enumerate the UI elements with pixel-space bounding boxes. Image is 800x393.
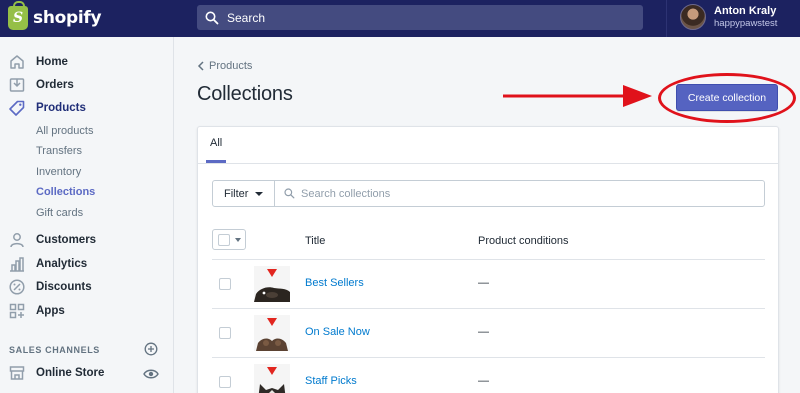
filter-label: Filter xyxy=(224,187,249,200)
customers-icon xyxy=(10,233,24,248)
search-icon xyxy=(205,11,219,24)
shopify-logo[interactable]: S shopify xyxy=(8,1,102,30)
analytics-icon xyxy=(10,257,24,272)
sidebar-item-label: Orders xyxy=(36,79,74,91)
column-header-conditions: Product conditions xyxy=(478,235,569,247)
collection-thumbnail xyxy=(254,315,290,351)
collection-conditions: — xyxy=(478,375,489,387)
collection-conditions: — xyxy=(478,277,489,289)
tab-divider xyxy=(198,163,778,164)
search-label: Search xyxy=(227,10,266,25)
sidebar-item-discounts[interactable]: Discounts xyxy=(8,277,92,297)
search-icon xyxy=(284,188,295,199)
home-icon xyxy=(10,55,24,69)
apps-icon xyxy=(9,303,25,319)
caret-down-icon xyxy=(255,191,264,196)
shopify-bag-icon: S xyxy=(8,1,28,30)
row-checkbox[interactable] xyxy=(219,376,231,388)
orders-icon xyxy=(9,78,25,92)
sidebar-item-label: Discounts xyxy=(36,281,92,293)
sidebar-item-label: Online Store xyxy=(36,367,105,379)
collection-thumbnail xyxy=(254,266,290,302)
topbar-divider xyxy=(666,0,667,37)
table-row[interactable]: Staff Picks — xyxy=(212,358,765,393)
sidebar: Home Orders Products All products Transf… xyxy=(0,37,174,393)
page-title: Collections xyxy=(197,83,293,105)
tag-icon xyxy=(9,100,25,116)
add-channel-plus-icon[interactable] xyxy=(144,342,158,356)
global-search[interactable]: Search xyxy=(197,5,643,30)
top-bar: S shopify Search Anton Kraly happypawste… xyxy=(0,0,800,37)
sidebar-item-online-store[interactable]: Online Store xyxy=(8,363,104,383)
sidebar-item-customers[interactable]: Customers xyxy=(8,230,96,250)
sidebar-subitem-transfers[interactable]: Transfers xyxy=(36,143,82,159)
select-all-checkbox[interactable] xyxy=(218,233,230,246)
column-header-title: Title xyxy=(305,235,326,247)
sidebar-subitem-inventory[interactable]: Inventory xyxy=(36,164,81,180)
sidebar-item-label: Customers xyxy=(36,234,97,246)
sidebar-item-products[interactable]: Products xyxy=(8,98,86,118)
chevron-left-icon xyxy=(197,61,204,71)
table-row[interactable]: On Sale Now — xyxy=(212,309,765,358)
user-name: Anton Kraly xyxy=(714,4,777,17)
store-icon xyxy=(9,366,25,380)
tab-all[interactable]: All xyxy=(210,137,222,149)
breadcrumb-label: Products xyxy=(209,60,253,72)
caret-down-icon xyxy=(235,237,241,242)
logo-glyph: S xyxy=(12,10,24,26)
collection-link[interactable]: Staff Picks xyxy=(305,375,357,387)
collection-thumbnail xyxy=(254,364,290,393)
sidebar-item-apps[interactable]: Apps xyxy=(8,301,65,321)
breadcrumb[interactable]: Products xyxy=(197,60,252,72)
user-menu[interactable]: Anton Kraly happypawstest xyxy=(680,4,777,30)
sales-channels-title: SALES CHANNELS xyxy=(9,345,100,355)
collections-card: All Filter Title Product conditions Best… xyxy=(197,126,779,393)
sidebar-item-label: Products xyxy=(36,102,86,114)
row-checkbox[interactable] xyxy=(219,327,231,339)
annotation-circle xyxy=(658,73,796,123)
sidebar-item-label: Home xyxy=(36,56,68,68)
annotation-arrow xyxy=(503,85,652,107)
collection-conditions: — xyxy=(478,326,489,338)
sidebar-item-orders[interactable]: Orders xyxy=(8,75,74,95)
store-name: happypawstest xyxy=(714,17,778,29)
sidebar-item-label: Apps xyxy=(36,305,65,317)
sidebar-item-analytics[interactable]: Analytics xyxy=(8,254,87,274)
row-checkbox[interactable] xyxy=(219,278,231,290)
eye-icon[interactable] xyxy=(143,367,159,381)
avatar xyxy=(680,4,706,30)
sidebar-subitem-gift-cards[interactable]: Gift cards xyxy=(36,205,83,221)
collections-search[interactable] xyxy=(274,180,765,207)
sidebar-item-home[interactable]: Home xyxy=(8,52,68,72)
search-collections-input[interactable] xyxy=(301,187,741,200)
table-row[interactable]: Best Sellers — xyxy=(212,260,765,309)
logo-text: shopify xyxy=(33,8,102,28)
collection-link[interactable]: On Sale Now xyxy=(305,326,370,338)
discount-icon xyxy=(9,279,25,295)
sidebar-subitem-collections[interactable]: Collections xyxy=(36,184,95,200)
select-all-dropdown[interactable] xyxy=(212,229,246,250)
collection-link[interactable]: Best Sellers xyxy=(305,277,364,289)
sidebar-subitem-all-products[interactable]: All products xyxy=(36,123,93,139)
sidebar-item-label: Analytics xyxy=(36,258,88,270)
filter-button[interactable]: Filter xyxy=(212,180,275,207)
